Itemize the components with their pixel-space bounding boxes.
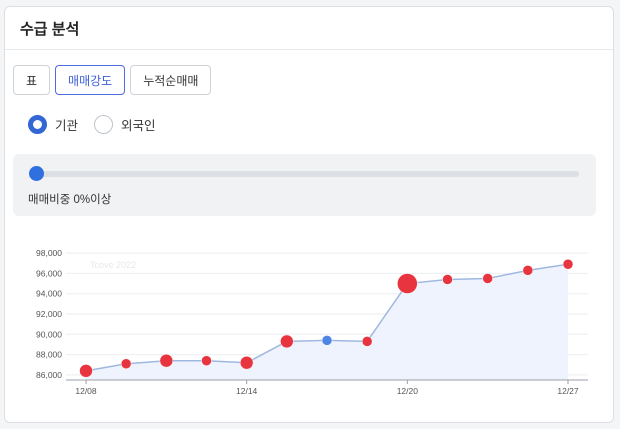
chart-watermark: Tcove 2022 [90,260,136,270]
chart-svg: 98,000 96,000 94,000 92,000 90,000 88,000 86,0… [36,248,588,396]
series-area [86,264,568,380]
ratio-slider-track[interactable] [36,171,579,177]
y-tick-label: 90,000 [36,329,62,339]
data-point [280,334,294,349]
x-tick-label: 12/20 [397,386,419,396]
trading-strength-chart: 98,000 96,000 94,000 92,000 90,000 88,000 86,0… [22,240,592,400]
tab-trading-strength[interactable]: 매매강도 [55,65,126,95]
ratio-slider-thumb[interactable] [29,166,44,181]
view-tabs: 표 매매강도 누적순매매 [13,65,212,95]
radio-institution[interactable]: 기관 [28,115,78,134]
tab-cumulative-net-trading-label: 누적순매매 [143,73,199,88]
data-point [482,273,493,284]
y-tick-label: 86,000 [36,370,62,380]
data-point [159,353,174,368]
data-point [397,273,418,294]
x-tick-label: 12/27 [557,386,579,396]
radio-institution-circle[interactable] [28,115,47,134]
ratio-slider-caption: 매매비중 0%이상 [28,194,112,206]
data-point [239,355,254,370]
card-header: 수급 분석 [5,7,613,50]
data-point [321,335,333,346]
data-point [442,274,453,285]
y-tick-label: 96,000 [36,268,62,278]
data-point [79,364,93,378]
data-point [361,336,373,347]
y-tick-label: 92,000 [36,309,62,319]
radio-foreigner-circle[interactable] [94,115,114,134]
card-title: 수급 분석 [20,20,80,38]
x-tick-label: 12/14 [236,386,258,396]
data-point [120,358,132,370]
radio-foreigner[interactable]: 외국인 [94,115,156,134]
data-point [522,265,534,276]
tab-table-label: 표 [26,73,38,88]
data-point [562,258,574,270]
y-tick-label: 94,000 [36,289,62,299]
tab-cumulative-net-trading[interactable]: 누적순매매 [130,65,212,95]
y-tick-label: 98,000 [36,248,62,258]
radio-foreigner-label: 외국인 [121,119,156,133]
data-point [201,355,212,366]
investor-radio-group: 기관 외국인 [28,115,172,134]
radio-institution-label: 기관 [55,119,79,133]
ratio-filter-panel: 매매비중 0%이상 [13,154,596,216]
tab-table[interactable]: 표 [13,65,51,95]
x-tick-label: 12/08 [75,386,97,396]
y-tick-label: 88,000 [36,350,62,360]
tab-trading-strength-label: 매매강도 [68,73,113,88]
